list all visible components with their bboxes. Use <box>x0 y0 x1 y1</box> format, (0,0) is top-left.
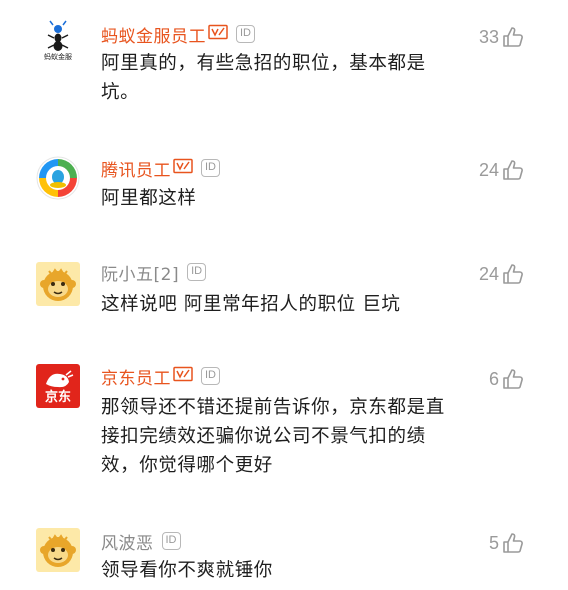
username[interactable]: 京东员工 <box>101 364 171 389</box>
thumbs-up-icon <box>503 369 523 389</box>
id-badge: ID <box>187 263 207 281</box>
comment-text: 阿里都这样 <box>101 188 197 209</box>
id-badge: ID <box>201 367 220 385</box>
like-button[interactable]: 24 <box>479 261 524 287</box>
like-count: 24 <box>478 159 499 180</box>
verified-icon <box>173 366 193 387</box>
ant-financial-logo-avatar[interactable]: 蚂蚁金服 <box>36 20 80 64</box>
like-count: 33 <box>478 26 499 47</box>
thumbs-up-icon <box>503 27 523 47</box>
username[interactable]: 阮小五[2] <box>101 260 179 285</box>
monkey-avatar[interactable] <box>36 262 80 306</box>
like-count: 5 <box>488 532 499 553</box>
comment-text: 这样说吧 阿里常年招人的职位 巨坑 <box>101 294 401 315</box>
tencent-logo-avatar[interactable] <box>36 156 80 200</box>
username[interactable]: 风波恶 <box>101 529 154 554</box>
id-badge: ID <box>161 532 181 550</box>
jd-logo-avatar[interactable]: 京东 <box>36 364 80 408</box>
id-badge: ID <box>201 159 220 177</box>
comment-text: 领导看你不爽就锤你 <box>101 560 273 581</box>
comment-text: 阿里真的，有些急招的职位，基本都是坑。 <box>101 53 426 103</box>
username[interactable]: 蚂蚁金服员工 <box>101 22 206 47</box>
id-badge: ID <box>236 25 255 43</box>
like-count: 6 <box>488 368 499 389</box>
like-button[interactable]: 5 <box>489 530 524 556</box>
thumbs-up-icon <box>503 160 523 180</box>
ant-financial-logo-label: 蚂蚁金服 <box>44 53 72 61</box>
username[interactable]: 腾讯员工 <box>101 156 171 181</box>
like-button[interactable]: 6 <box>489 366 524 392</box>
thumbs-up-icon <box>503 533 523 553</box>
verified-icon <box>173 158 193 179</box>
jd-logo-label: 京东 <box>44 390 71 405</box>
comment-text: 那领导还不错还提前告诉你，京东都是直接扣完绩效还骗你说公司不景气扣的绩效，你觉得… <box>101 397 445 476</box>
verified-icon <box>208 24 228 45</box>
like-button[interactable]: 33 <box>479 24 524 50</box>
thumbs-up-icon <box>503 264 523 284</box>
monkey-avatar[interactable] <box>36 528 80 572</box>
like-button[interactable]: 24 <box>479 157 524 183</box>
like-count: 24 <box>478 263 499 284</box>
